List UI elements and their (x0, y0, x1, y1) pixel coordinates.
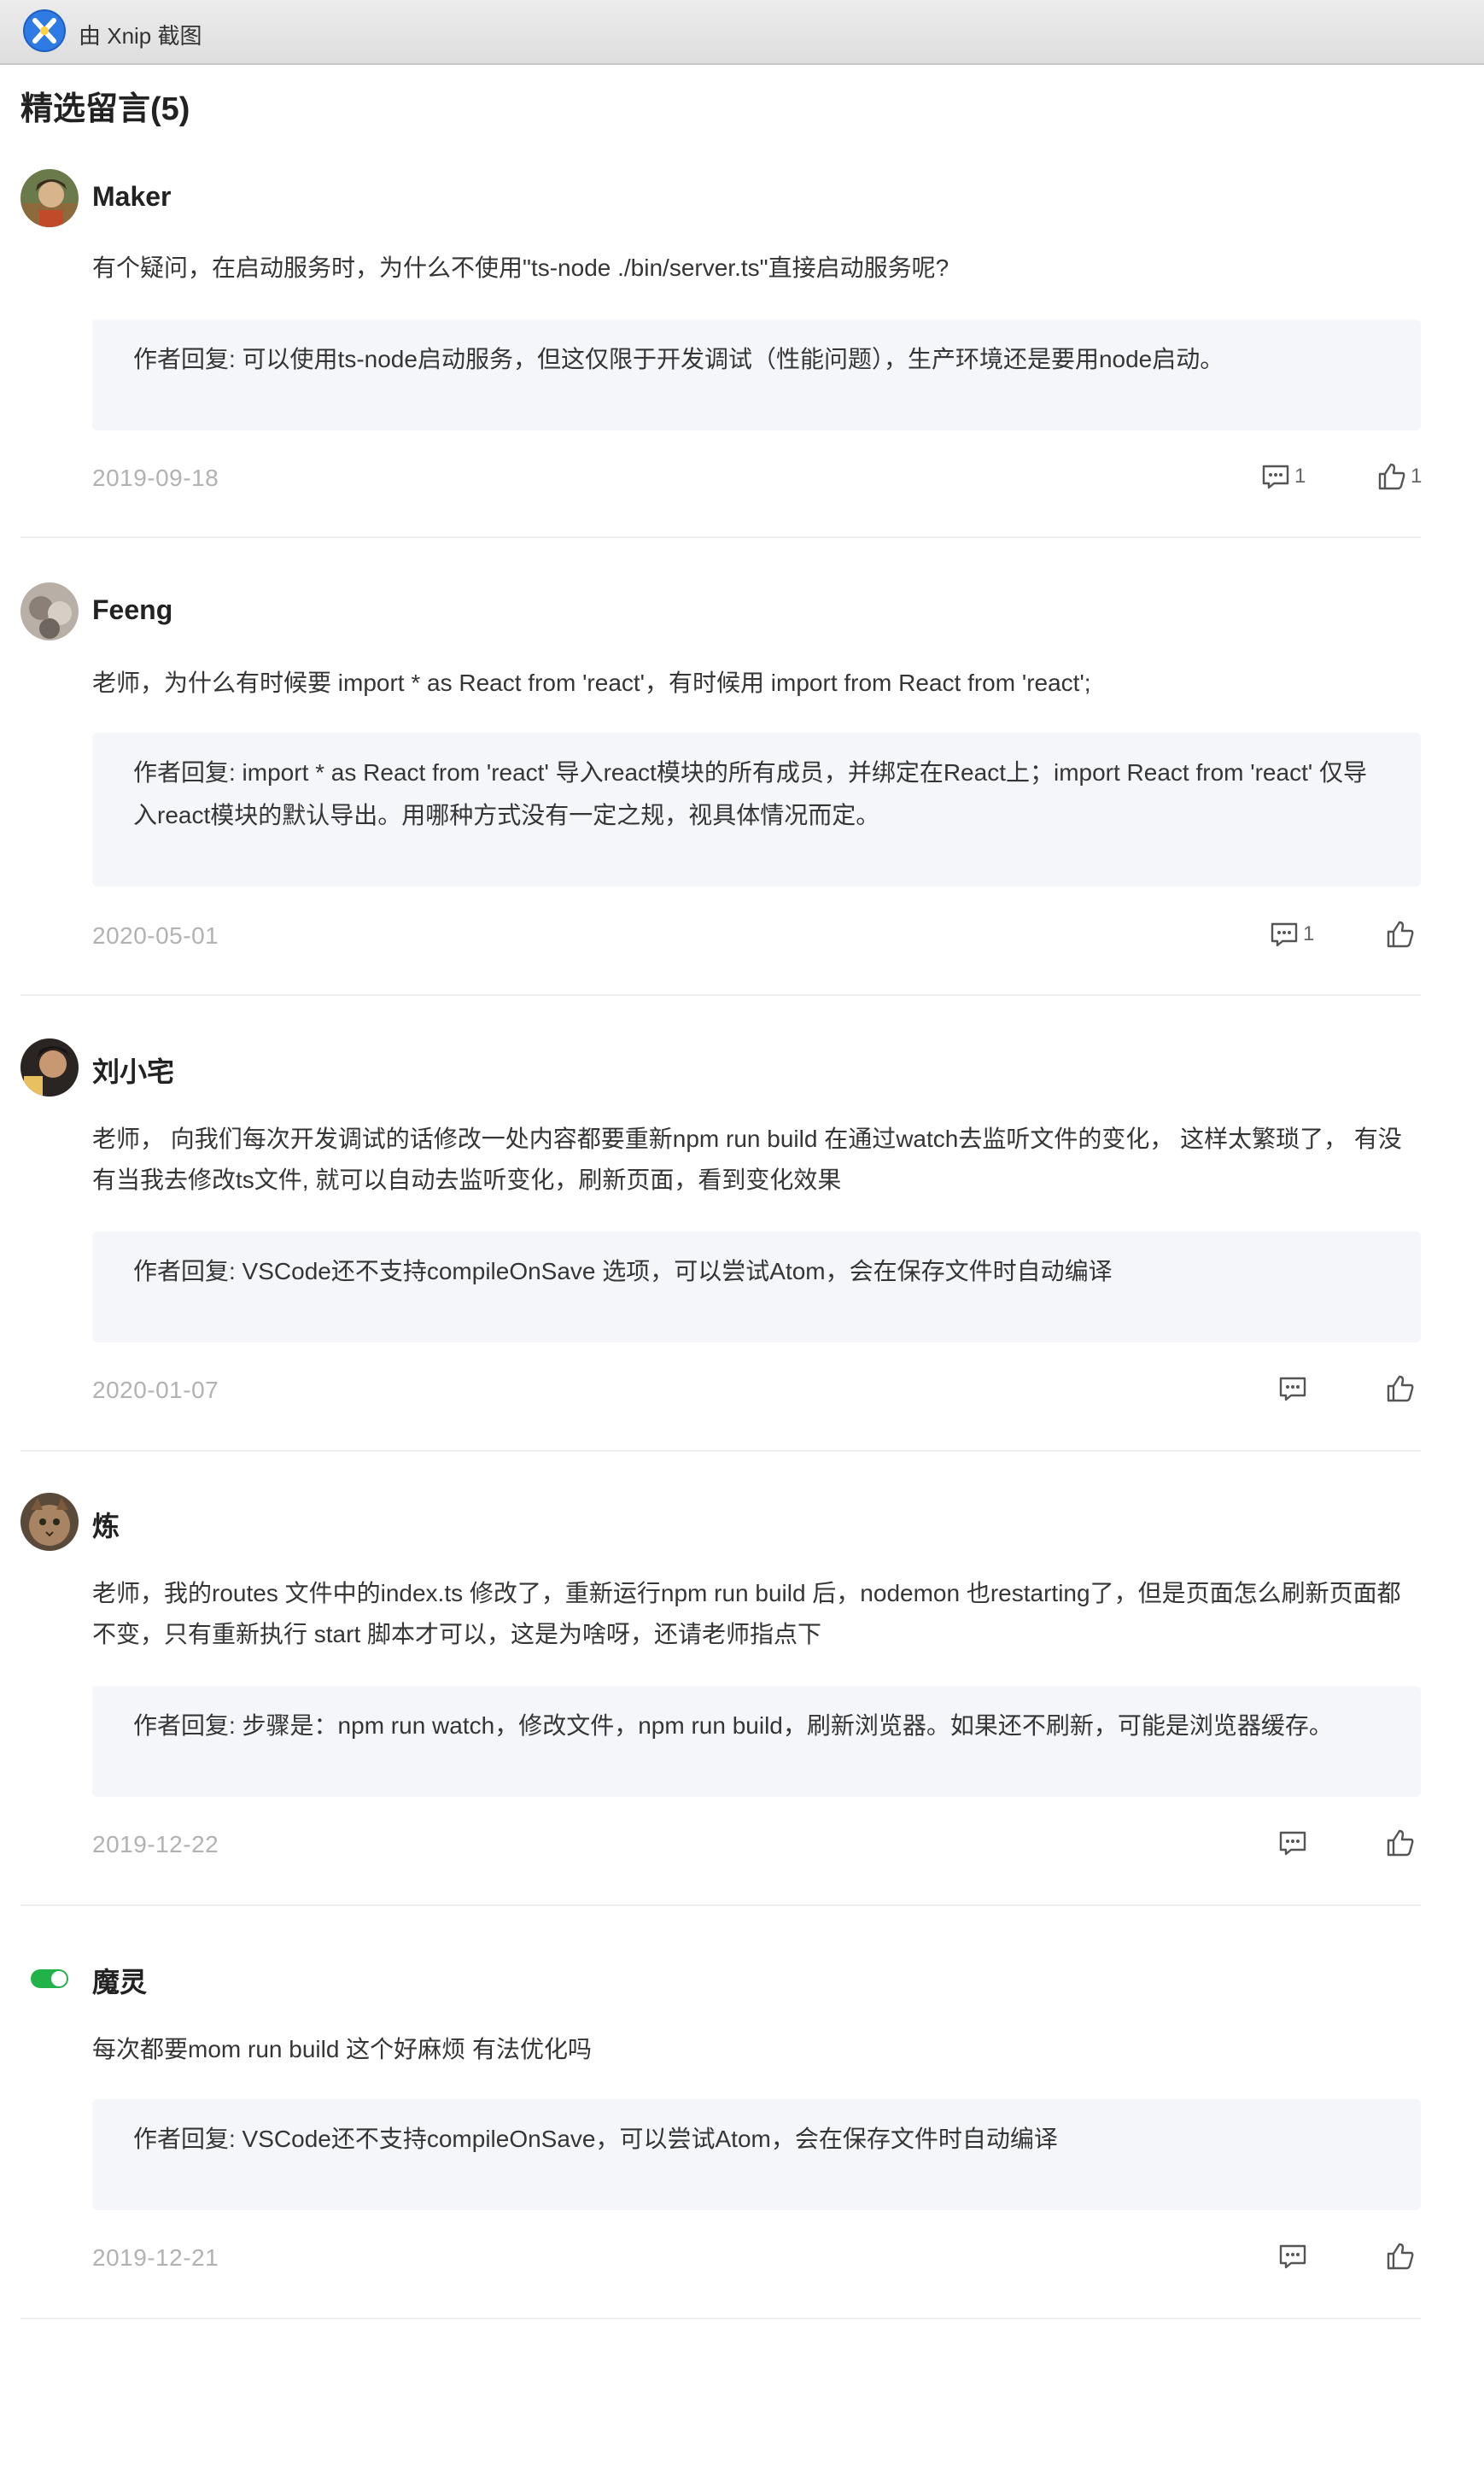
reply-label: 作者回复: (133, 2126, 236, 2152)
avatar[interactable] (20, 582, 79, 641)
reply-button[interactable]: 1 (1269, 919, 1314, 950)
reply-button[interactable] (1277, 1373, 1312, 1404)
reply-button[interactable]: 1 (1260, 461, 1306, 492)
reply-text: VSCode还不支持compileOnSave，可以尝试Atom，会在保存文件时… (235, 2126, 1058, 2152)
comment-icon (1279, 2244, 1306, 2269)
author-reply: 作者回复: VSCode还不支持compileOnSave，可以尝试Atom，会… (92, 2099, 1421, 2210)
author-reply: 作者回复: 步骤是：npm run watch，修改文件，npm run bui… (92, 1686, 1421, 1797)
comment-text: 老师，为什么有时候要 import * as React from 'react… (92, 670, 1091, 696)
comment-author[interactable]: 炼 (92, 1505, 120, 1544)
comment-text: 老师， 向我们每次开发调试的话修改一处内容都要重新npm run build 在… (92, 1126, 1402, 1193)
thumbs-up-icon (1378, 463, 1405, 490)
reply-label: 作者回复: (133, 1712, 236, 1739)
reply-label: 作者回复: (133, 1258, 236, 1284)
like-button[interactable]: 1 (1376, 461, 1422, 492)
comment-text: 老师，我的routes 文件中的index.ts 修改了，重新运行npm run… (92, 1580, 1401, 1647)
author-reply: 作者回复: import * as React from 'react' 导入r… (92, 733, 1421, 886)
comment-item: Feeng 老师，为什么有时候要 import * as React from … (20, 582, 1421, 996)
comment-date: 2019-12-21 (92, 2244, 219, 2271)
comment-date: 2019-09-18 (92, 465, 219, 491)
thumbs-up-icon (1387, 1375, 1414, 1402)
titlebar-text: 由 Xnip 截图 (79, 23, 202, 49)
reply-count: 1 (1303, 922, 1315, 945)
comment-item: Maker 有个疑问，在启动服务时，为什么不使用"ts-node ./bin/s… (20, 169, 1422, 538)
avatar[interactable] (20, 1493, 79, 1551)
reply-text: 可以使用ts-node启动服务，但这仅限于开发调试（性能问题），生产环境还是要用… (235, 346, 1224, 372)
thumbs-up-icon (1387, 2243, 1414, 2270)
reply-label: 作者回复: (133, 346, 236, 372)
like-button[interactable] (1385, 1373, 1419, 1404)
reply-button[interactable] (1277, 2241, 1312, 2272)
comment-icon (1271, 922, 1298, 947)
comment-icon (1262, 465, 1289, 489)
comment-date: 2020-01-07 (92, 1377, 219, 1403)
comment-text: 有个疑问，在启动服务时，为什么不使用"ts-node ./bin/server.… (92, 254, 949, 281)
thumbs-up-icon (1387, 921, 1414, 948)
reply-text: VSCode还不支持compileOnSave 选项，可以尝试Atom，会在保存… (235, 1258, 1113, 1284)
toggle-avatar[interactable] (20, 1949, 79, 2007)
author-reply: 作者回复: VSCode还不支持compileOnSave 选项，可以尝试Ato… (92, 1231, 1421, 1342)
reply-text: import * as React from 'react' 导入react模块… (133, 759, 1367, 828)
comment-icon (1279, 1831, 1306, 1856)
section-title: 精选留言(5) (20, 91, 190, 127)
comment-icon (1279, 1377, 1306, 1401)
comment-author[interactable]: 魔灵 (92, 1961, 147, 2000)
thumbs-up-icon (1387, 1829, 1414, 1857)
comment-date: 2020-05-01 (92, 922, 219, 949)
like-count: 1 (1411, 465, 1423, 488)
avatar[interactable] (20, 169, 79, 227)
comment-text: 每次都要mom run build 这个好麻烦 有法优化吗 (92, 2036, 592, 2062)
comment-date: 2019-12-22 (92, 1831, 219, 1857)
author-reply: 作者回复: 可以使用ts-node启动服务，但这仅限于开发调试（性能问题），生产… (92, 319, 1421, 430)
comment-author[interactable]: 刘小宅 (92, 1050, 174, 1090)
reply-label: 作者回复: (133, 759, 236, 786)
like-button[interactable] (1385, 2241, 1419, 2272)
reply-text: 步骤是：npm run watch，修改文件，npm run build，刷新浏… (235, 1712, 1333, 1739)
reply-count: 1 (1294, 465, 1306, 488)
comment-item: 炼 老师，我的routes 文件中的index.ts 修改了，重新运行npm r… (20, 1493, 1421, 1906)
reply-button[interactable] (1277, 1828, 1312, 1858)
window-titlebar: 由 Xnip 截图 (0, 0, 1484, 65)
avatar[interactable] (20, 1038, 79, 1097)
like-button[interactable] (1385, 1828, 1419, 1858)
comment-author[interactable]: Maker (92, 181, 172, 213)
comment-author[interactable]: Feeng (92, 594, 172, 626)
comment-item: 刘小宅 老师， 向我们每次开发调试的话修改一处内容都要重新npm run bui… (20, 1038, 1421, 1452)
comment-item: 魔灵 每次都要mom run build 这个好麻烦 有法优化吗 作者回复: V… (20, 1949, 1421, 2319)
like-button[interactable] (1385, 919, 1419, 950)
xnip-app-icon (23, 9, 66, 52)
